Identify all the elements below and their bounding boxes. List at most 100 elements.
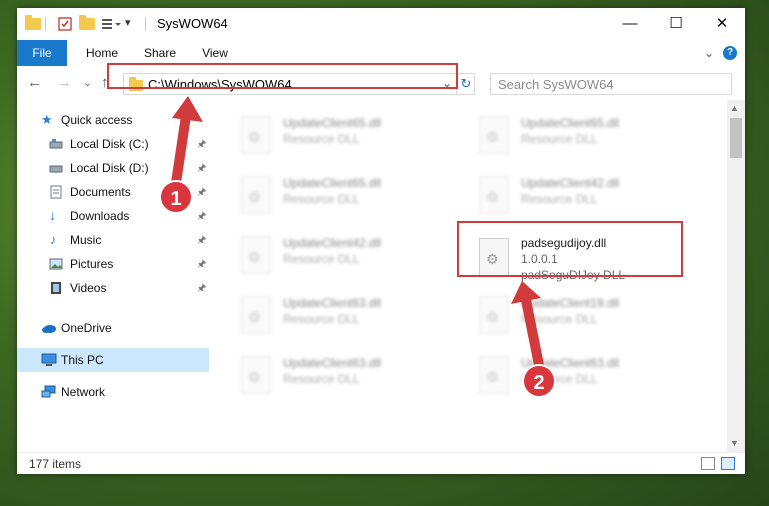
pin-icon[interactable]: 🖈 xyxy=(197,185,206,202)
documents-icon xyxy=(49,185,63,199)
titlebar-divider xyxy=(145,17,146,31)
details-view-icon[interactable] xyxy=(701,457,715,470)
file-type: Resource DLL xyxy=(283,312,360,326)
file-type: Resource DLL xyxy=(521,132,598,146)
properties-icon[interactable] xyxy=(57,16,73,32)
recent-locations-icon[interactable]: ⌄ xyxy=(83,76,92,89)
refresh-icon[interactable]: ↻ xyxy=(456,74,475,94)
sidebar-item-label: Network xyxy=(61,385,106,399)
sidebar-item-music[interactable]: ♪ Music 🖈 xyxy=(17,228,211,252)
pin-icon[interactable]: 🖈 xyxy=(197,161,206,178)
file-name: UpdateClient42.dll xyxy=(521,176,620,190)
sidebar-item-label: Pictures xyxy=(70,257,114,271)
file-tile[interactable]: UpdateClient65.dll Resource DLL xyxy=(469,110,699,162)
pin-icon[interactable]: 🖈 xyxy=(197,257,206,274)
vertical-scrollbar[interactable]: ▲ ▼ xyxy=(727,100,745,452)
new-folder-icon[interactable] xyxy=(79,15,95,32)
back-arrow-icon[interactable]: ← xyxy=(27,74,42,91)
sidebar-item-label: Downloads xyxy=(70,209,130,223)
sidebar-item-label: OneDrive xyxy=(61,321,112,335)
sidebar-item-label: Music xyxy=(70,233,102,247)
scroll-up-icon[interactable]: ▲ xyxy=(730,103,739,113)
quick-access-dropdown-icon[interactable]: ▾ xyxy=(125,16,141,32)
sidebar-item-quick-access[interactable]: ★ Quick access xyxy=(17,108,211,132)
minimize-button[interactable]: — xyxy=(607,8,653,40)
file-name: UpdateClient65.dll xyxy=(521,116,620,130)
tiles-view-icon[interactable] xyxy=(721,457,735,470)
dll-file-icon xyxy=(241,296,271,334)
sidebar-item-label: Videos xyxy=(70,281,107,295)
sidebar-item-pictures[interactable]: Pictures 🖈 xyxy=(17,252,211,276)
file-tile[interactable]: UpdateClient65.dll Resource DLL xyxy=(231,170,461,222)
customize-toolbar-icon[interactable] xyxy=(101,16,121,32)
videos-icon xyxy=(49,281,63,295)
file-type: Resource DLL xyxy=(283,132,360,146)
computer-icon xyxy=(41,353,57,367)
file-name: UpdateClient65.dll xyxy=(283,116,382,130)
file-tile[interactable]: UpdateClient42.dll Resource DLL xyxy=(231,230,461,282)
dll-file-icon xyxy=(479,296,509,334)
drive-icon xyxy=(49,161,63,175)
cloud-icon xyxy=(41,321,56,335)
close-button[interactable]: ✕ xyxy=(699,8,745,40)
scroll-down-icon[interactable]: ▼ xyxy=(730,438,739,448)
search-input[interactable]: Search SysWOW64 xyxy=(490,73,732,95)
star-icon: ★ xyxy=(41,112,53,127)
dll-file-icon xyxy=(241,356,271,394)
step-badge-2: 2 xyxy=(522,364,556,398)
address-bar-highlight xyxy=(107,63,458,89)
file-name: UpdateClient19.dll xyxy=(521,296,620,310)
sidebar-item-onedrive[interactable]: OneDrive xyxy=(17,316,211,340)
ribbon-expand-icon[interactable]: ⌄ xyxy=(701,40,717,66)
pin-icon[interactable]: 🖈 xyxy=(197,281,206,298)
titlebar-divider xyxy=(45,17,46,31)
file-tile[interactable]: UpdateClient19.dll Resource DLL xyxy=(469,290,699,342)
sidebar-item-label: Documents xyxy=(70,185,131,199)
file-name: UpdateClient63.dll xyxy=(283,296,382,310)
pin-icon[interactable]: 🖈 xyxy=(197,233,206,250)
sidebar-item-network[interactable]: Network xyxy=(17,380,211,404)
folder-icon[interactable] xyxy=(25,15,41,32)
dll-file-icon xyxy=(241,236,271,274)
file-tile[interactable]: UpdateClient63.dll Resource DLL xyxy=(469,350,699,402)
file-type: Resource DLL xyxy=(521,312,598,326)
sidebar-item-videos[interactable]: Videos 🖈 xyxy=(17,276,211,300)
sidebar-item-label: Local Disk (C:) xyxy=(70,137,149,151)
scroll-thumb[interactable] xyxy=(730,118,742,158)
dll-file-icon xyxy=(479,356,509,394)
download-icon: ↓ xyxy=(49,207,56,223)
pictures-icon xyxy=(49,257,63,271)
dll-file-icon xyxy=(241,176,271,214)
search-placeholder: Search SysWOW64 xyxy=(498,77,614,92)
dll-file-icon xyxy=(479,176,509,214)
tab-file[interactable]: File xyxy=(17,40,67,66)
status-bar: 177 items xyxy=(17,452,745,474)
file-type: Resource DLL xyxy=(283,252,360,266)
file-type: Resource DLL xyxy=(283,192,360,206)
help-glyph: ? xyxy=(723,46,737,60)
file-type: Resource DLL xyxy=(283,372,360,386)
file-type: Resource DLL xyxy=(521,192,598,206)
sidebar-item-label: Local Disk (D:) xyxy=(70,161,149,175)
pin-icon[interactable]: 🖈 xyxy=(197,137,206,154)
pin-icon[interactable]: 🖈 xyxy=(197,209,206,226)
step-badge-1: 1 xyxy=(159,180,193,214)
file-tile[interactable]: UpdateClient42.dll Resource DLL xyxy=(469,170,699,222)
file-tile[interactable]: UpdateClient63.dll Resource DLL xyxy=(231,350,461,402)
title-bar: ▾ SysWOW64 — ☐ ✕ xyxy=(17,8,745,40)
file-tile[interactable]: UpdateClient65.dll Resource DLL xyxy=(231,110,461,162)
file-tile[interactable]: UpdateClient63.dll Resource DLL xyxy=(231,290,461,342)
file-highlight xyxy=(457,221,683,277)
drive-icon xyxy=(49,137,63,151)
maximize-button[interactable]: ☐ xyxy=(653,8,699,40)
help-icon[interactable]: ? xyxy=(723,40,739,66)
file-name: UpdateClient42.dll xyxy=(283,236,382,250)
sidebar-item-local-disk-d[interactable]: Local Disk (D:) 🖈 xyxy=(17,156,211,180)
window-title: SysWOW64 xyxy=(157,16,228,31)
sidebar-item-this-pc[interactable]: This PC xyxy=(17,348,209,372)
dll-file-icon xyxy=(241,116,271,154)
dll-file-icon xyxy=(479,116,509,154)
sidebar-item-local-disk-c[interactable]: Local Disk (C:) 🖈 xyxy=(17,132,211,156)
forward-arrow-icon[interactable]: → xyxy=(57,74,72,91)
sidebar-item-label: Quick access xyxy=(61,113,133,127)
